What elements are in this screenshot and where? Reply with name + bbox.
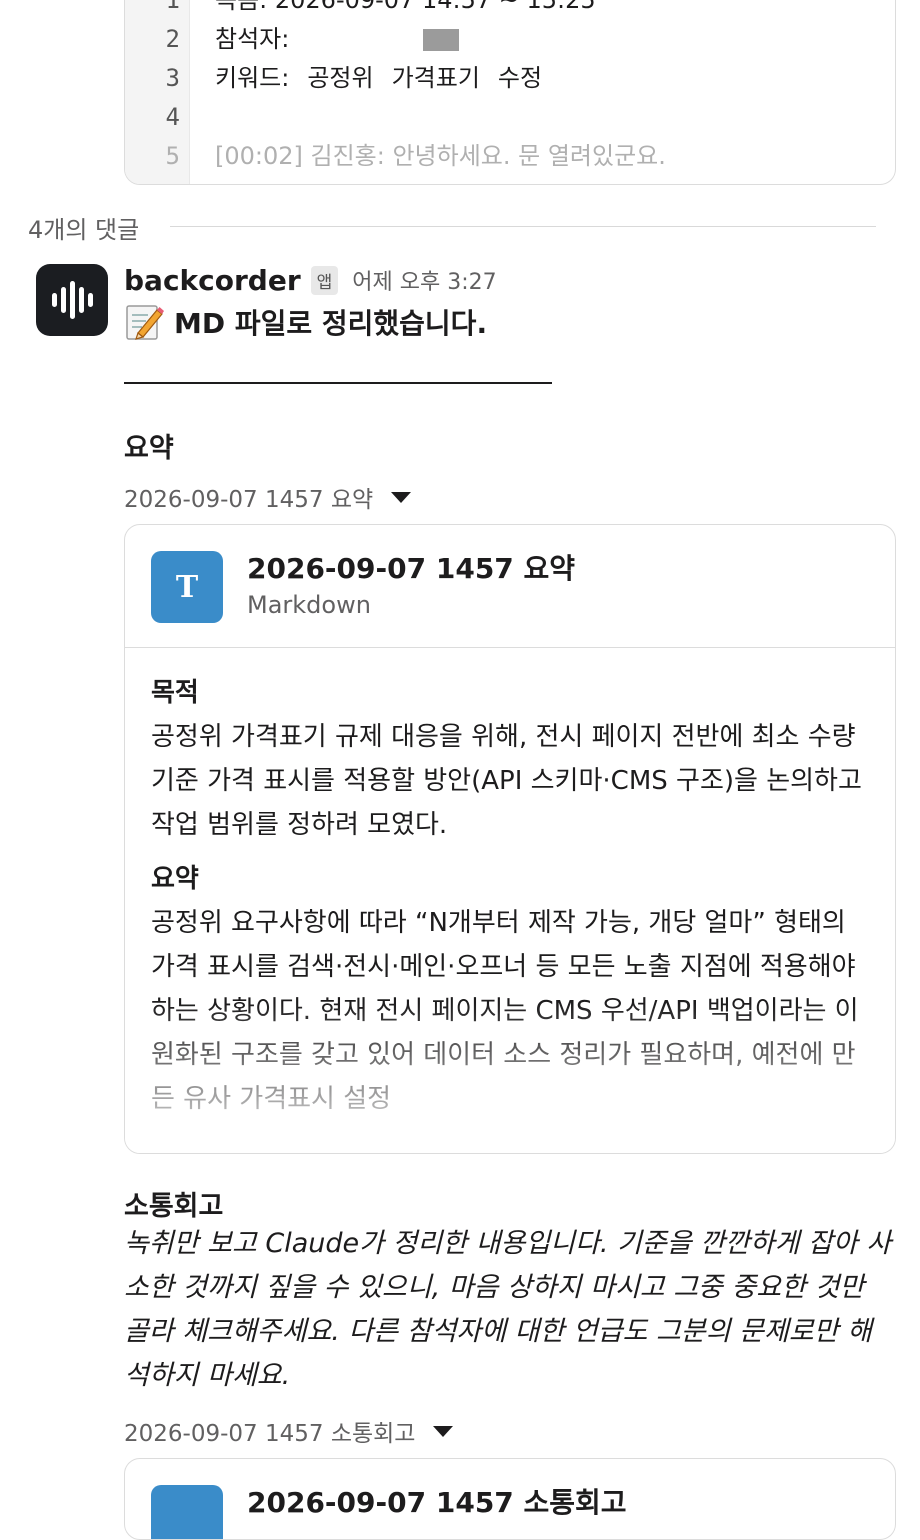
retro-note: 녹취만 보고 Claude가 정리한 내용입니다. 기준을 깐깐하게 잡아 사소… bbox=[124, 1228, 892, 1391]
app-avatar[interactable] bbox=[36, 264, 108, 336]
file-header[interactable]: T 2026-09-07 1457 요약 Markdown bbox=[125, 525, 895, 648]
app-badge: 앱 bbox=[310, 265, 339, 295]
horizontal-rule bbox=[124, 382, 552, 384]
preview-heading: 목적 bbox=[151, 678, 199, 708]
comments-count-label: 4개의 댓글 bbox=[28, 216, 140, 244]
message-title: MD 파일로 정리했습니다. bbox=[124, 302, 487, 342]
keyword: 공정위 bbox=[307, 64, 374, 92]
divider-rule bbox=[170, 226, 876, 227]
summary-file-toggle[interactable]: 2026-09-07 1457 요약 bbox=[124, 480, 412, 514]
markdown-file-icon bbox=[151, 1485, 223, 1539]
waveform-icon bbox=[69, 281, 75, 319]
line-text: 녹음: 2026-09-07 14:57 ~ 15:25 bbox=[215, 0, 596, 14]
line-number: 1 bbox=[165, 0, 180, 14]
preview-paragraph: 공정위 가격표기 규제 대응을 위해, 전시 페이지 전반에 최소 수량 기준 … bbox=[151, 722, 862, 840]
keyword: 수정 bbox=[497, 64, 543, 92]
caret-down-icon[interactable] bbox=[391, 491, 412, 503]
markdown-file-icon: T bbox=[151, 551, 223, 623]
line-number: 5 bbox=[165, 142, 180, 170]
retro-file-label: 2026-09-07 1457 소통회고 bbox=[124, 1421, 416, 1447]
message-title-text: MD 파일로 정리했습니다. bbox=[174, 307, 488, 340]
waveform-icon bbox=[51, 293, 57, 307]
redacted-block bbox=[423, 29, 460, 51]
summary-file-card[interactable]: T 2026-09-07 1457 요약 Markdown 목적 공정위 가격표… bbox=[124, 524, 896, 1154]
summary-file-label: 2026-09-07 1457 요약 bbox=[124, 487, 374, 513]
memo-icon bbox=[126, 305, 164, 340]
keywords-label: 키워드: bbox=[215, 64, 290, 92]
transcript-snippet[interactable]: 1 녹음: 2026-09-07 14:57 ~ 15:25 2 참석자: 3 … bbox=[124, 0, 896, 185]
line-text: 키워드: 공정위 가격표기 수정 bbox=[215, 59, 542, 98]
summary-heading: 요약 bbox=[124, 433, 174, 464]
waveform-icon bbox=[87, 293, 93, 307]
line-text: 참석자: bbox=[215, 20, 460, 59]
preview-heading: 요약 bbox=[151, 864, 199, 894]
file-name[interactable]: 2026-09-07 1457 요약 bbox=[247, 547, 575, 587]
keyword: 가격표기 bbox=[391, 64, 480, 92]
preview-fade bbox=[125, 1003, 895, 1153]
line-text: [00:02] 김진홍: 안녕하세요. 문 열려있군요. bbox=[215, 142, 666, 170]
line-number: 2 bbox=[165, 25, 180, 53]
file-name[interactable]: 2026-09-07 1457 소통회고 bbox=[247, 1481, 627, 1521]
waveform-icon bbox=[78, 287, 84, 313]
waveform-icon bbox=[60, 287, 66, 313]
line-number: 4 bbox=[165, 103, 180, 131]
retro-file-toggle[interactable]: 2026-09-07 1457 소통회고 bbox=[124, 1414, 454, 1448]
comments-divider: 4개의 댓글 bbox=[28, 206, 876, 248]
message-timestamp[interactable]: 어제 오후 3:27 bbox=[352, 264, 496, 296]
message-header: backcorder 앱 어제 오후 3:27 bbox=[124, 262, 497, 298]
retro-heading: 소통회고 bbox=[124, 1191, 224, 1222]
caret-down-icon[interactable] bbox=[433, 1425, 454, 1437]
line-number: 3 bbox=[165, 64, 180, 92]
file-type: Markdown bbox=[247, 591, 371, 619]
sender-name[interactable]: backcorder bbox=[124, 264, 301, 297]
retro-file-card[interactable]: 2026-09-07 1457 소통회고 bbox=[124, 1458, 896, 1540]
attendees-label: 참석자: bbox=[215, 25, 290, 53]
